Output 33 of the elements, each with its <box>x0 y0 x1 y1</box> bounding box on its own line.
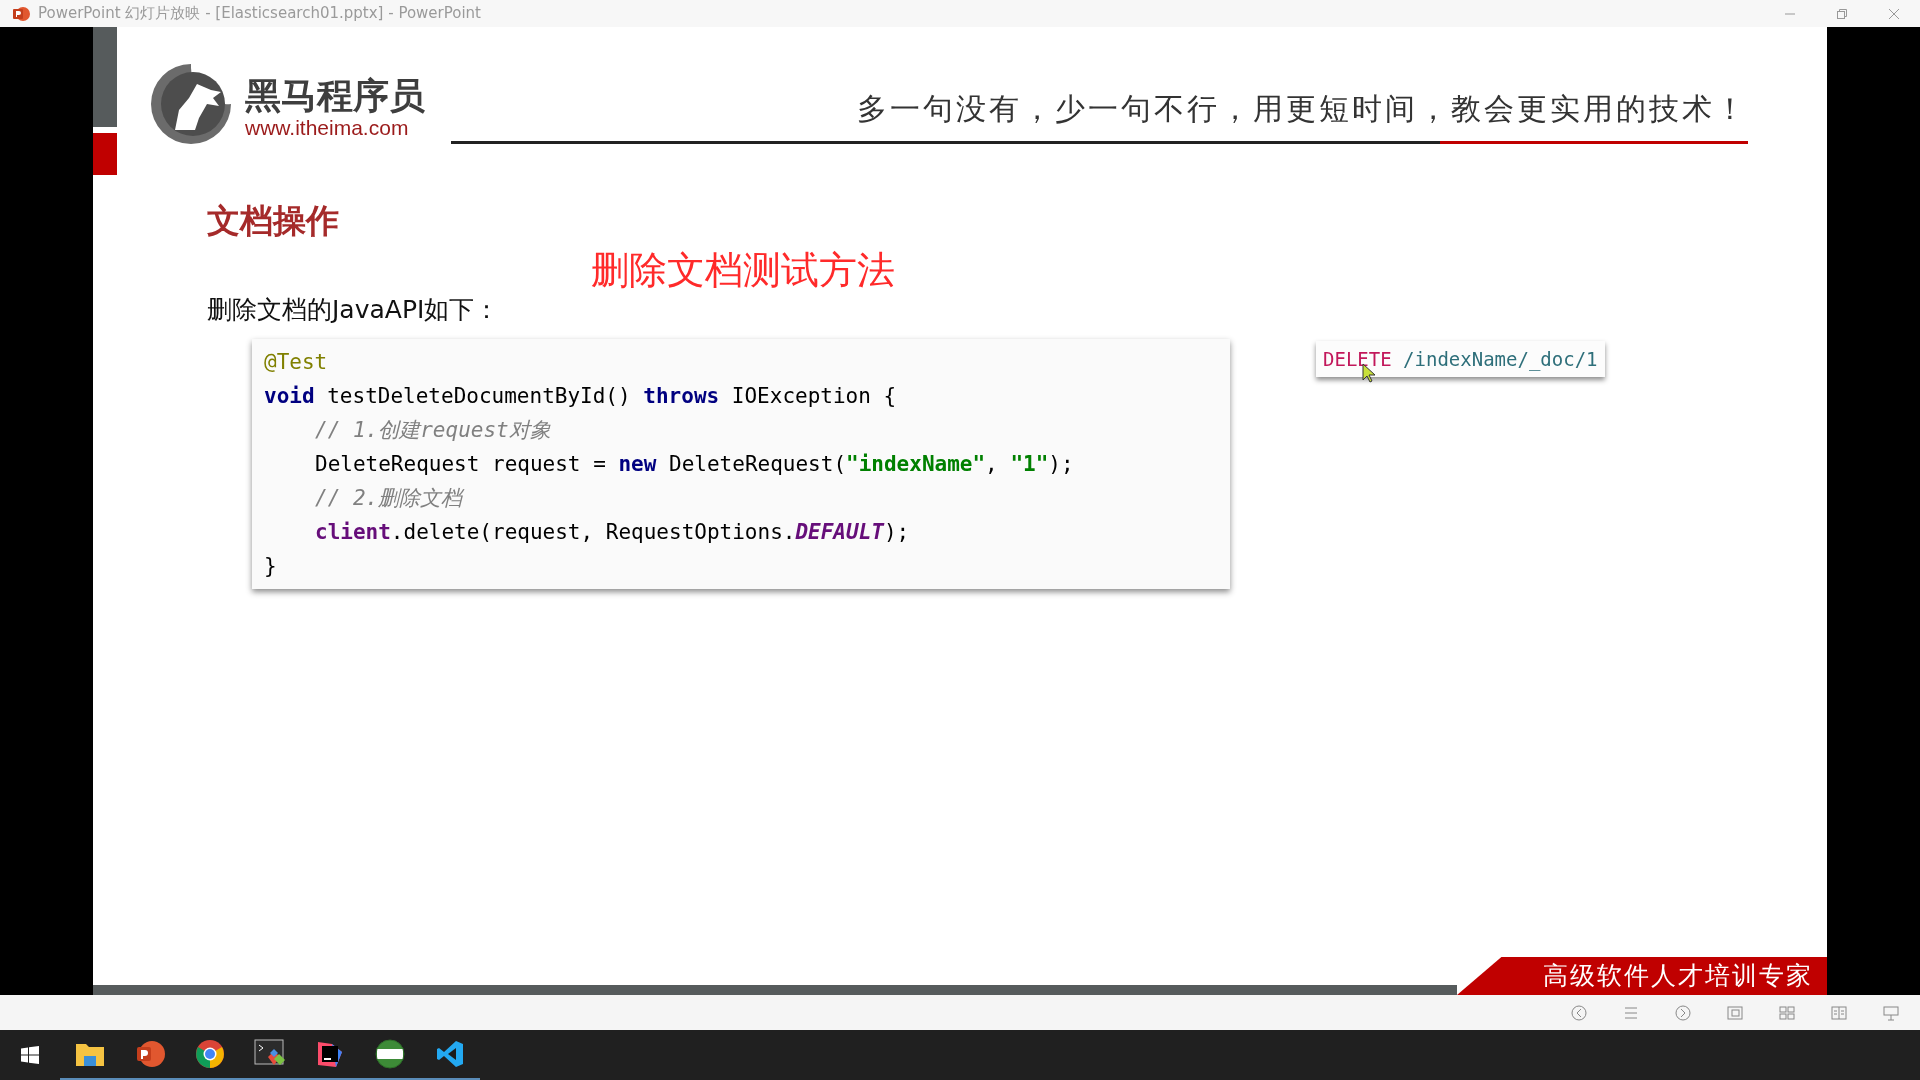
window-title: PowerPoint 幻灯片放映 - [Elasticsearch01.pptx] - PowerPoint <box>38 3 481 25</box>
code-line: // 1.创建request对象 <box>314 416 552 444</box>
next-icon[interactable] <box>1674 1003 1692 1022</box>
presentation-app-icon <box>12 4 30 23</box>
slogan: 多一句没有，少一句不行，用更短时间，教会更实用的技术！ <box>857 90 1748 128</box>
windows-start-icon[interactable] <box>21 1046 39 1064</box>
code-line: } <box>264 552 278 580</box>
browser-icon <box>195 1039 225 1069</box>
projector-icon[interactable] <box>1882 1003 1900 1022</box>
intro-text: 删除文档的JavaAPI如下： <box>207 294 500 326</box>
presentation-app-icon <box>135 1039 165 1069</box>
book-icon[interactable] <box>1830 1003 1848 1022</box>
close-icon[interactable] <box>1888 7 1900 20</box>
code-line: @Test <box>264 348 329 376</box>
code-line: DeleteRequest request = new DeleteRequest("indexName", "1"); <box>314 450 1075 478</box>
normal-view-icon[interactable] <box>1726 1003 1744 1022</box>
previous-icon[interactable] <box>1570 1003 1588 1022</box>
request-snippet: DELETE /indexName/_doc/1 <box>1316 340 1605 377</box>
code-line: void testDeleteDocumentById() throws IOException { <box>264 382 898 410</box>
code-editor-icon <box>315 1039 345 1069</box>
hs-app-icon <box>375 1039 405 1069</box>
brand-url: www.itheima.com <box>245 116 410 140</box>
restore-icon[interactable] <box>1836 7 1848 20</box>
slide-heading: 文档操作 <box>207 200 340 242</box>
brand-name: 黑马程序员 <box>245 76 425 116</box>
code-line: // 2.删除文档 <box>314 484 466 512</box>
side-accent-block <box>93 133 117 175</box>
code-editor-icon <box>435 1039 465 1069</box>
code-line: client.delete(request, RequestOptions.DEFAULT); <box>314 518 911 546</box>
folder-icon <box>75 1041 105 1067</box>
annotation-text: 删除文档测试方法 <box>591 246 896 294</box>
grid-icon[interactable] <box>1778 1003 1796 1022</box>
ribbon-text: 高级软件人才培训专家 <box>1543 960 1813 993</box>
